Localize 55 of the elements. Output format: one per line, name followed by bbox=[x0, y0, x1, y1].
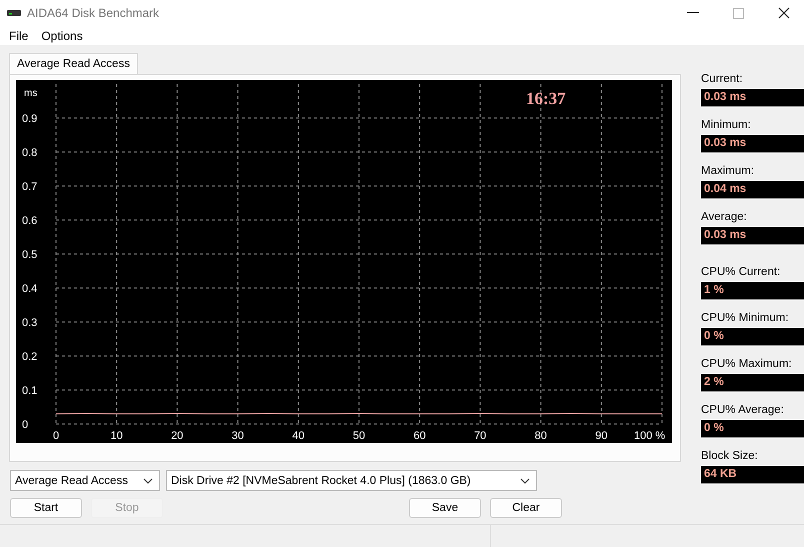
stat-value: 0.03 ms bbox=[701, 227, 804, 245]
x-tick-label: 80 bbox=[534, 430, 547, 442]
y-tick-label: 0.4 bbox=[22, 283, 38, 295]
menu-item[interactable]: Options bbox=[41, 28, 83, 42]
action-button[interactable]: Start bbox=[10, 498, 82, 518]
stat-label: CPU% Maximum: bbox=[701, 358, 793, 370]
stat-value: 2 % bbox=[701, 374, 804, 392]
stat-value: 64 KB bbox=[701, 466, 804, 484]
x-tick-label: 90 bbox=[595, 430, 608, 442]
y-tick-label: 0.3 bbox=[22, 317, 38, 329]
y-tick-label: 0.2 bbox=[22, 351, 38, 363]
stat-label: Current: bbox=[701, 73, 744, 85]
y-tick-label: 0 bbox=[22, 419, 28, 431]
x-tick-label: 40 bbox=[292, 430, 305, 442]
menu-item[interactable]: File bbox=[9, 28, 28, 42]
y-tick-label: 0.1 bbox=[22, 385, 38, 397]
unit-label: ms bbox=[24, 88, 38, 99]
close-icon[interactable] bbox=[778, 7, 790, 19]
stat-value: 1 % bbox=[701, 282, 804, 300]
x-tick-label: 60 bbox=[413, 430, 426, 442]
stat-label: CPU% Average: bbox=[701, 404, 785, 416]
stat-value: 0.03 ms bbox=[701, 89, 804, 107]
tab[interactable]: Average Read Access bbox=[9, 53, 138, 74]
mode-dropdown[interactable]: Average Read Access bbox=[10, 470, 160, 491]
stat-label: CPU% Current: bbox=[701, 266, 782, 278]
stat-label: Minimum: bbox=[701, 119, 752, 131]
x-tick-label: 0 bbox=[52, 430, 60, 442]
stat-label: CPU% Minimum: bbox=[701, 312, 790, 324]
stat-label: Average: bbox=[701, 211, 748, 223]
chevron-down-icon[interactable] bbox=[143, 478, 153, 484]
stat-value: 0.03 ms bbox=[701, 135, 804, 153]
chevron-down-icon[interactable] bbox=[520, 478, 530, 484]
window-title: AIDA64 Disk Benchmark bbox=[27, 6, 160, 20]
x-tick-label: 30 bbox=[232, 430, 244, 442]
stat-value: 0.04 ms bbox=[701, 181, 804, 199]
minimize-icon[interactable] bbox=[687, 12, 699, 14]
x-tick-label: 20 bbox=[171, 430, 184, 442]
y-tick-label: 0.7 bbox=[22, 181, 38, 193]
clock: 16:37 bbox=[526, 89, 566, 108]
x-tick-label: 10 bbox=[110, 430, 123, 442]
drive-icon bbox=[7, 9, 21, 17]
stat-value: 0 % bbox=[701, 420, 804, 438]
y-tick-label: 0.5 bbox=[22, 249, 38, 261]
stat-value: 0 % bbox=[701, 328, 804, 346]
action-button[interactable]: Clear bbox=[490, 498, 562, 518]
x-tick-label: 100 % bbox=[634, 430, 666, 442]
drive-dropdown[interactable]: Disk Drive #2 [NVMeSabrent Rocket 4.0 Plus] (1863.0 GB) bbox=[166, 470, 537, 491]
x-tick-label: 50 bbox=[352, 430, 366, 442]
stat-label: Maximum: bbox=[701, 165, 756, 177]
y-tick-label: 0.8 bbox=[22, 147, 38, 159]
stat-label: Block Size: bbox=[701, 450, 759, 462]
action-button[interactable]: Save bbox=[409, 498, 481, 518]
y-tick-label: 0.9 bbox=[22, 113, 38, 125]
x-tick-label: 70 bbox=[474, 430, 486, 442]
y-tick-label: 0.6 bbox=[22, 215, 38, 227]
